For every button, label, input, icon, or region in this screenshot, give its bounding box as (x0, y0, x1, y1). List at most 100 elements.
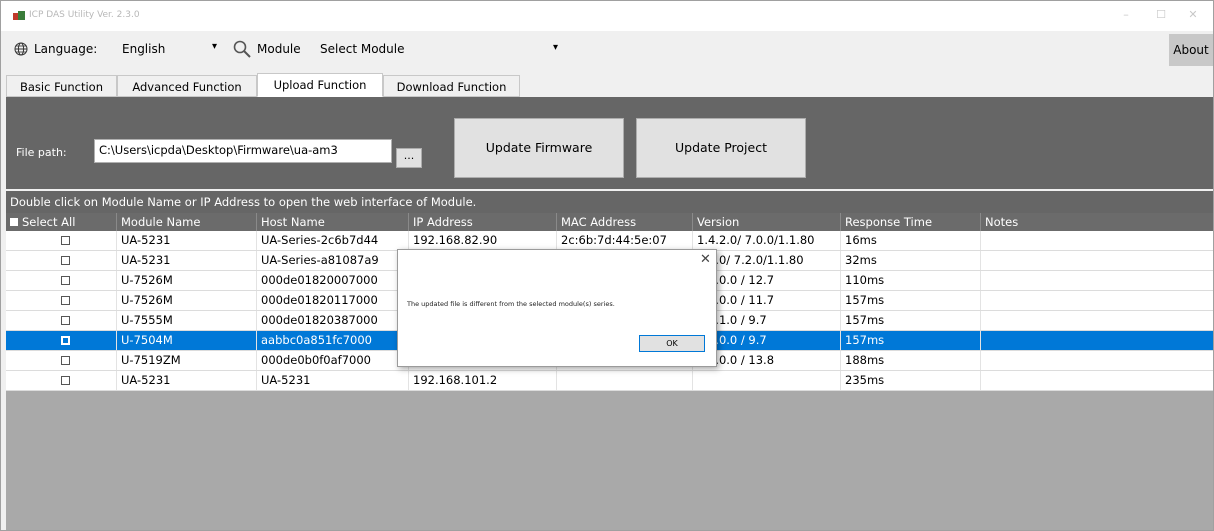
notes-cell (980, 231, 1213, 250)
host-name-cell: aabbc0a851fc7000 (256, 331, 408, 350)
update-firmware-button[interactable]: Update Firmware (454, 118, 624, 178)
host-name-cell: UA-Series-a81087a9 (256, 251, 408, 270)
module-select[interactable]: Select Module ▾ (318, 38, 568, 62)
column-mac-address[interactable]: MAC Address (556, 213, 692, 231)
toolbar: Language: English ▾ Module Select Module… (1, 32, 1213, 67)
file-path-value: C:\Users\icpda\Desktop\Firmware\ua-am3 (99, 143, 338, 157)
language-value: English (122, 42, 166, 56)
host-name-cell: 000de01820007000 (256, 271, 408, 290)
row-checkbox[interactable] (61, 336, 70, 345)
globe-icon (14, 42, 28, 56)
app-window: ICP DAS Utility Ver. 2.3.0 – ☐ ✕ Languag… (0, 0, 1214, 531)
row-select-cell (6, 311, 116, 330)
chevron-down-icon: ▾ (553, 42, 559, 53)
response-time-cell: 235ms (840, 371, 980, 390)
notes-cell (980, 331, 1213, 350)
tab-download-function[interactable]: Download Function (383, 75, 520, 97)
column-response-time[interactable]: Response Time (840, 213, 980, 231)
ip-address-cell[interactable]: 192.168.101.2 (408, 371, 556, 390)
module-name-cell[interactable]: U-7504M (116, 331, 256, 350)
host-name-cell: 000de0b0f0af7000 (256, 351, 408, 370)
info-text: Double click on Module Name or IP Addres… (6, 191, 1213, 213)
column-version[interactable]: Version (692, 213, 840, 231)
row-checkbox[interactable] (61, 236, 70, 245)
module-name-cell[interactable]: U-7526M (116, 291, 256, 310)
column-host-name[interactable]: Host Name (256, 213, 408, 231)
row-checkbox[interactable] (61, 256, 70, 265)
response-time-cell: 157ms (840, 291, 980, 310)
version-cell: 1.4.2.0/ 7.0.0/1.1.80 (692, 231, 840, 250)
host-name-cell: UA-Series-2c6b7d44 (256, 231, 408, 250)
response-time-cell: 16ms (840, 231, 980, 250)
response-time-cell: 110ms (840, 271, 980, 290)
row-checkbox[interactable] (61, 356, 70, 365)
host-name-cell: 000de01820117000 (256, 291, 408, 310)
dialog-close-button[interactable]: ✕ (700, 252, 711, 267)
row-select-cell (6, 231, 116, 250)
file-path-label: File path: (16, 146, 67, 159)
select-all-header[interactable]: Select All (6, 213, 116, 231)
chevron-down-icon: ▾ (212, 41, 218, 52)
response-time-cell: 157ms (840, 311, 980, 330)
row-checkbox[interactable] (61, 316, 70, 325)
ip-address-cell[interactable]: 192.168.82.90 (408, 231, 556, 250)
module-value: Select Module (320, 42, 405, 56)
maximize-button[interactable]: ☐ (1151, 7, 1171, 23)
message-dialog: ✕ The updated file is different from the… (397, 249, 717, 367)
search-icon (233, 40, 251, 58)
response-time-cell: 32ms (840, 251, 980, 270)
row-select-cell (6, 271, 116, 290)
row-select-cell (6, 291, 116, 310)
table-row[interactable]: UA-5231 UA-Series-2c6b7d44 192.168.82.90 2c… (6, 231, 1213, 251)
notes-cell (980, 291, 1213, 310)
module-name-cell[interactable]: UA-5231 (116, 371, 256, 390)
tab-upload-function[interactable]: Upload Function (257, 73, 383, 97)
app-logo-icon (13, 11, 25, 21)
table-header: Select All Module Name Host Name IP Addr… (6, 213, 1213, 231)
row-select-cell (6, 331, 116, 350)
window-title: ICP DAS Utility Ver. 2.3.0 (29, 10, 140, 20)
title-bar: ICP DAS Utility Ver. 2.3.0 – ☐ ✕ (1, 1, 1213, 31)
dialog-message: The updated file is different from the s… (407, 300, 615, 308)
row-checkbox[interactable] (61, 376, 70, 385)
update-project-button[interactable]: Update Project (636, 118, 806, 178)
about-button[interactable]: About (1169, 34, 1213, 66)
select-all-label: Select All (22, 215, 76, 229)
module-label: Module (257, 42, 301, 56)
host-name-cell: UA-5231 (256, 371, 408, 390)
host-name-cell: 000de01820387000 (256, 311, 408, 330)
row-select-cell (6, 371, 116, 390)
response-time-cell: 188ms (840, 351, 980, 370)
browse-button[interactable]: ... (396, 148, 422, 168)
response-time-cell: 157ms (840, 331, 980, 350)
notes-cell (980, 371, 1213, 390)
module-name-cell[interactable]: U-7555M (116, 311, 256, 330)
mac-address-cell: 2c:6b:7d:44:5e:07 (556, 231, 692, 250)
module-name-cell[interactable]: UA-5231 (116, 251, 256, 270)
column-module-name[interactable]: Module Name (116, 213, 256, 231)
table-row[interactable]: UA-5231 UA-5231 192.168.101.2 235ms (6, 371, 1213, 391)
mac-address-cell (556, 371, 692, 390)
module-name-cell[interactable]: U-7526M (116, 271, 256, 290)
column-ip-address[interactable]: IP Address (408, 213, 556, 231)
module-name-cell[interactable]: U-7519ZM (116, 351, 256, 370)
language-label: Language: (34, 42, 98, 56)
file-path-input[interactable]: C:\Users\icpda\Desktop\Firmware\ua-am3 (94, 139, 392, 163)
select-all-checkbox[interactable] (10, 218, 18, 226)
column-notes[interactable]: Notes (980, 213, 1213, 231)
upload-panel: File path: C:\Users\icpda\Desktop\Firmwa… (6, 97, 1213, 189)
close-window-button[interactable]: ✕ (1183, 7, 1203, 23)
module-name-cell[interactable]: UA-5231 (116, 231, 256, 250)
row-select-cell (6, 351, 116, 370)
version-cell (692, 371, 840, 390)
minimize-button[interactable]: – (1116, 7, 1136, 23)
tab-basic-function[interactable]: Basic Function (6, 75, 117, 97)
notes-cell (980, 251, 1213, 270)
notes-cell (980, 271, 1213, 290)
notes-cell (980, 351, 1213, 370)
row-checkbox[interactable] (61, 276, 70, 285)
row-checkbox[interactable] (61, 296, 70, 305)
language-select[interactable]: English ▾ (120, 38, 220, 62)
dialog-ok-button[interactable]: OK (639, 335, 705, 352)
tab-advanced-function[interactable]: Advanced Function (117, 75, 257, 97)
